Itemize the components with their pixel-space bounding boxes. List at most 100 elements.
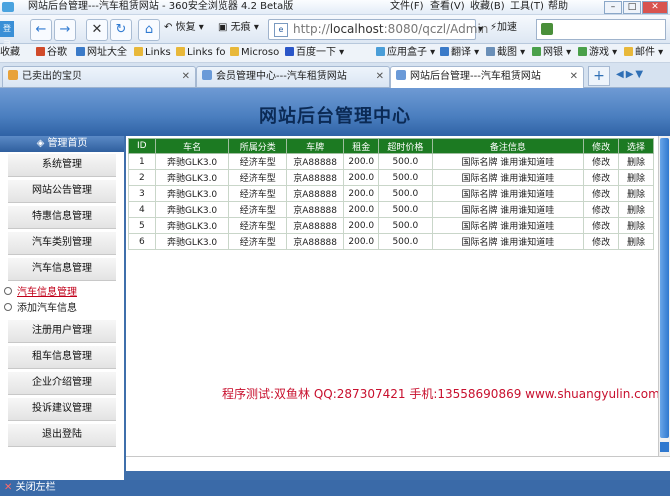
search-input[interactable] [536,19,666,40]
developer-note: 程序测试:双鱼林 QQ:287307421 手机:13558690869 www… [222,387,660,401]
incognito-button[interactable]: ▣ 无痕 ▾ [218,21,259,35]
close-window-icon[interactable]: ✕ [642,1,668,14]
close-tab-icon[interactable]: ✕ [376,67,384,86]
menu-file[interactable]: 文件(F) [390,0,424,13]
sidebar-item-car-info[interactable]: 汽车信息管理 [8,258,116,281]
delete-link[interactable]: 删除 [618,201,654,218]
sidebar-item-rentals[interactable]: 租车信息管理 [8,346,116,369]
forward-icon[interactable]: → [54,19,76,41]
sidebar-subitem-manage-cars[interactable]: 汽车信息管理 [4,286,77,299]
bullet-icon [4,303,12,311]
home-icon[interactable]: ⌂ [138,19,160,41]
navigation-toolbar: 登录 ← → ✕ ↻ ⌂ ↶ 恢复 ▾ ▣ 无痕 ▾ e http://loca… [0,15,670,49]
refresh-icon[interactable]: ↻ [110,19,132,41]
url-prefix: http:// [293,22,330,36]
cell-rent: 200.0 [343,185,380,202]
column-header-category: 所属分类 [228,138,287,154]
sidebar-item-system[interactable]: 系统管理 [8,154,116,177]
edit-link[interactable]: 修改 [583,217,620,234]
sidebar-header[interactable]: ◈ 管理首页 [0,136,124,152]
close-sidebar-icon[interactable]: ✕ [4,482,12,493]
page-icon [396,70,406,80]
mail-button[interactable]: 邮件 ▾ [624,46,663,60]
menu-help[interactable]: 帮助 [548,0,568,13]
tab-nav-icons[interactable]: ◀▶▼ [616,68,666,82]
cell-overtime-price: 500.0 [378,169,433,186]
app-box-button[interactable]: 应用盒子 ▾ [376,46,435,60]
cell-id: 5 [128,217,156,234]
scroll-down-icon[interactable] [660,442,669,452]
menu-view[interactable]: 查看(V) [430,0,465,13]
close-tab-icon[interactable]: ✕ [182,67,190,86]
bank-button[interactable]: 网银 ▾ [532,46,571,60]
sidebar-item-specials[interactable]: 特惠信息管理 [8,206,116,229]
sidebar-item-announcements[interactable]: 网站公告管理 [8,180,116,203]
sidebar-item-car-categories[interactable]: 汽车类别管理 [8,232,116,255]
cell-category: 经济车型 [228,217,287,234]
table-row: 3 奔驰GLK3.0 经济车型 京A88888 200.0 500.0 国际名牌 谁用谁知道… [128,185,654,202]
close-tab-icon[interactable]: ✕ [570,67,578,86]
home-icon: ◈ [36,138,48,149]
cell-notes: 国际名牌 谁用谁知道哇 [431,153,585,170]
address-dropdown-icon[interactable]: ▾ [478,23,483,37]
stop-icon[interactable]: ✕ [86,19,108,41]
delete-link[interactable]: 删除 [618,185,654,202]
bank-icon [532,47,541,56]
edit-link[interactable]: 修改 [583,233,620,250]
restore-button[interactable]: ↶ 恢复 ▾ [164,21,204,35]
bookmark-links[interactable]: Links [134,46,171,60]
bookmark-urls[interactable]: 网址大全 [76,46,127,60]
folder-icon [176,47,185,56]
scrollbar-thumb[interactable] [660,138,669,438]
sidebar-item-users[interactable]: 注册用户管理 [8,320,116,343]
sidebar-subitem-add-car[interactable]: 添加汽车信息 [4,302,77,315]
close-left-sidebar-link[interactable]: 关闭左栏 [16,482,56,493]
bookmark-baidu[interactable]: 百度一下 ▾ [285,46,344,60]
table-row: 6 奔驰GLK3.0 经济车型 京A88888 200.0 500.0 国际名牌 谁用谁知道… [128,233,654,250]
games-button[interactable]: 游戏 ▾ [578,46,617,60]
bookmark-microsoft[interactable]: Microso [230,46,279,60]
cell-overtime-price: 500.0 [378,153,433,170]
edit-link[interactable]: 修改 [583,169,620,186]
delete-link[interactable]: 删除 [618,153,654,170]
tab-sold-items-label: 已卖出的宝贝 [22,71,82,82]
horizontal-scrollbar[interactable] [126,456,670,471]
minimize-icon[interactable]: – [604,1,622,14]
bookmark-links-for[interactable]: Links fo [176,46,226,60]
taobao-icon [8,70,18,80]
login-button[interactable]: 登录 [0,21,14,49]
edit-link[interactable]: 修改 [583,185,620,202]
tab-admin[interactable]: 网站后台管理---汽车租赁网站 ✕ [390,66,584,88]
maximize-icon[interactable]: □ [623,1,641,14]
cell-name: 奔驰GLK3.0 [154,169,230,186]
sidebar-item-logout[interactable]: 退出登陆 [8,424,116,447]
cell-category: 经济车型 [228,233,287,250]
folder-icon [134,47,143,56]
screenshot-button[interactable]: 截图 ▾ [486,46,525,60]
bookmark-google[interactable]: 谷歌 [36,46,67,60]
app-box-icon [376,47,385,56]
edit-link[interactable]: 修改 [583,201,620,218]
cell-notes: 国际名牌 谁用谁知道哇 [431,201,585,218]
new-tab-icon[interactable]: + [588,66,610,86]
delete-link[interactable]: 删除 [618,217,654,234]
cell-name: 奔驰GLK3.0 [154,153,230,170]
translate-button[interactable]: 翻译 ▾ [440,46,479,60]
tab-sold-items[interactable]: 已卖出的宝贝 ✕ [2,66,196,87]
delete-link[interactable]: 删除 [618,233,654,250]
address-bar[interactable]: e http://localhost:8080/qczl/Admin [268,19,488,40]
menu-tools[interactable]: 工具(T) [510,0,544,13]
edit-link[interactable]: 修改 [583,153,620,170]
back-icon[interactable]: ← [30,19,52,41]
speedup-label: 加速 [497,22,518,33]
url-host: localhost [329,22,384,36]
sidebar-item-company[interactable]: 企业介绍管理 [8,372,116,395]
speedup-button[interactable]: ⚡加速 [490,21,517,35]
sidebar-item-complaints[interactable]: 投诉建议管理 [8,398,116,421]
bookmarks-label[interactable]: 收藏 [0,46,20,60]
delete-link[interactable]: 删除 [618,169,654,186]
menu-favorites[interactable]: 收藏(B) [470,0,505,13]
cell-id: 2 [128,169,156,186]
vertical-scrollbar[interactable] [658,136,670,456]
tab-member-center[interactable]: 会员管理中心---汽车租赁网站 ✕ [196,66,390,87]
